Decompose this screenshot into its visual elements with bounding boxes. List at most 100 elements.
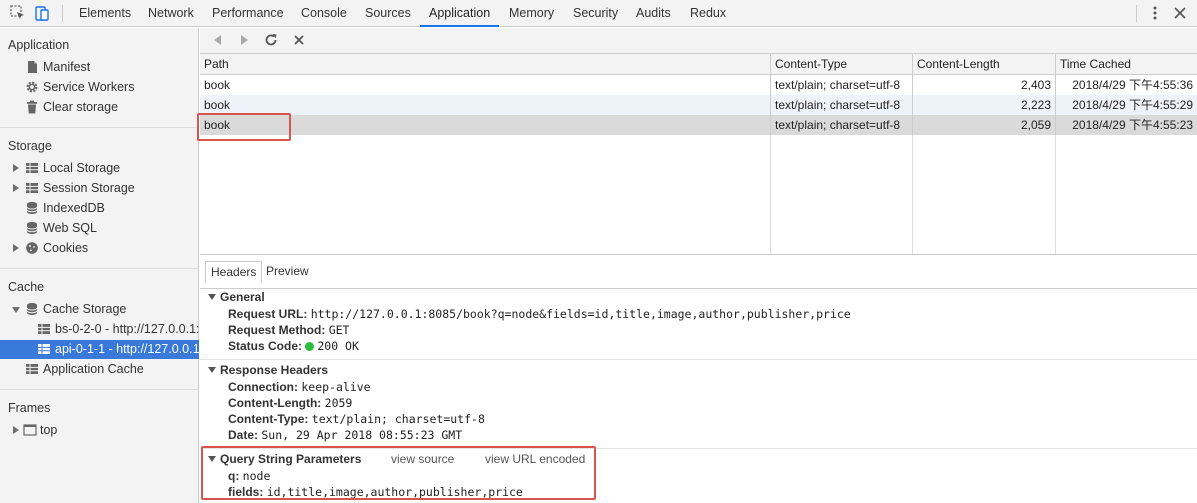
cell-content-length: 2,223 <box>913 95 1056 115</box>
sidebar-item-label: bs-0-2-0 - http://127.0.0.1: <box>55 322 199 336</box>
response-header-row: Connection: keep-alive <box>228 379 371 395</box>
header-value: text/plain; charset=utf-8 <box>311 412 485 426</box>
grid-icon <box>26 163 38 173</box>
sidebar-item-label: api-0-1-1 - http://127.0.0.1 <box>55 342 199 356</box>
cache-toolbar <box>200 28 1197 54</box>
detail-tab-strip: Headers Preview <box>200 255 1197 289</box>
response-header-row: Content-Length: 2059 <box>228 395 352 411</box>
sidebar-item-local-storage[interactable]: Local Storage <box>0 159 199 178</box>
sidebar-item-service-workers[interactable]: Service Workers <box>0 78 199 97</box>
header-key: Status Code: <box>228 339 303 353</box>
expand-arrow-icon[interactable] <box>13 164 19 172</box>
header-key: Content-Type: <box>228 412 309 426</box>
sidebar-item-frame-top[interactable]: top <box>0 421 199 440</box>
tab-memory[interactable]: Memory <box>509 0 554 27</box>
tab-elements[interactable]: Elements <box>79 0 131 27</box>
cell-content-type: text/plain; charset=utf-8 <box>771 95 913 115</box>
sidebar-item-label: Local Storage <box>43 161 121 175</box>
sidebar-item-cache-storage[interactable]: Cache Storage <box>0 300 199 319</box>
application-sidebar: Application Manifest Service Workers Cle… <box>0 28 199 503</box>
table-row[interactable]: book text/plain; charset=utf-8 2,403 201… <box>200 75 1197 95</box>
cell-content-type: text/plain; charset=utf-8 <box>771 115 913 135</box>
sidebar-item-session-storage[interactable]: Session Storage <box>0 179 199 198</box>
expand-arrow-icon[interactable] <box>13 426 19 434</box>
document-icon <box>28 61 37 73</box>
sidebar-item-label: IndexedDB <box>43 201 105 215</box>
cell-time-cached: 2018/4/29 下午4:55:36 <box>1072 78 1193 92</box>
table-header: Path Content-Type Content-Length Time Ca… <box>200 54 1197 75</box>
sidebar-item-web-sql[interactable]: Web SQL <box>0 219 199 238</box>
tab-headers[interactable]: Headers <box>205 261 263 283</box>
column-header-time-cached[interactable]: Time Cached <box>1056 54 1197 74</box>
close-devtools-icon[interactable] <box>1171 4 1189 22</box>
tab-security[interactable]: Security <box>573 0 618 27</box>
sidebar-item-label: Application Cache <box>43 362 144 376</box>
section-heading-cache: Cache <box>8 280 45 294</box>
tab-network[interactable]: Network <box>148 0 194 27</box>
header-key: Date: <box>228 428 259 442</box>
delete-entry-icon[interactable] <box>291 32 307 48</box>
header-value: keep-alive <box>301 380 371 394</box>
refresh-icon[interactable] <box>263 32 279 48</box>
sidebar-item-cache-api-0-1-1[interactable]: api-0-1-1 - http://127.0.0.1 <box>0 340 199 359</box>
sidebar-item-clear-storage[interactable]: Clear storage <box>0 98 199 117</box>
column-header-path[interactable]: Path <box>200 54 771 74</box>
tab-performance[interactable]: Performance <box>212 0 284 27</box>
header-value: http://127.0.0.1:8085/book?q=node&fields… <box>310 307 851 321</box>
database-icon <box>26 202 38 214</box>
sidebar-item-label: Service Workers <box>43 80 135 94</box>
general-section-title[interactable]: General <box>220 290 265 304</box>
collapse-arrow-icon[interactable] <box>208 367 216 373</box>
tab-application[interactable]: Application <box>420 0 500 27</box>
cell-time-cached: 2018/4/29 下午4:55:23 <box>1072 118 1193 132</box>
response-header-row: Content-Type: text/plain; charset=utf-8 <box>228 411 485 427</box>
collapse-arrow-icon[interactable] <box>208 294 216 300</box>
back-arrow-icon[interactable] <box>210 32 226 48</box>
inspect-element-icon[interactable] <box>9 4 27 22</box>
sidebar-item-manifest[interactable]: Manifest <box>0 58 199 77</box>
expand-arrow-icon[interactable] <box>13 184 19 192</box>
grid-icon <box>26 364 38 374</box>
tab-audits[interactable]: Audits <box>636 0 671 27</box>
forward-arrow-icon[interactable] <box>236 32 252 48</box>
cell-time-cached: 2018/4/29 下午4:55:29 <box>1072 98 1193 112</box>
table-row[interactable]: book text/plain; charset=utf-8 2,223 201… <box>200 95 1197 115</box>
header-key: Request Method: <box>228 323 326 337</box>
column-header-content-type[interactable]: Content-Type <box>771 54 913 74</box>
sidebar-item-indexeddb[interactable]: IndexedDB <box>0 199 199 218</box>
header-value: Sun, 29 Apr 2018 08:55:23 GMT <box>261 428 463 442</box>
request-method-row: Request Method: GET <box>228 322 349 338</box>
section-heading-application: Application <box>8 38 70 52</box>
section-divider <box>0 268 199 269</box>
tab-sources[interactable]: Sources <box>365 0 411 27</box>
tab-redux[interactable]: Redux <box>690 0 726 27</box>
table-row-selected[interactable]: book text/plain; charset=utf-8 2,059 201… <box>200 115 1197 135</box>
grid-icon <box>38 324 50 334</box>
tab-console[interactable]: Console <box>301 0 347 27</box>
section-heading-storage: Storage <box>8 139 52 153</box>
cell-content-length: 2,403 <box>913 75 1056 95</box>
sidebar-item-label: Cookies <box>43 241 89 255</box>
collapse-arrow-icon[interactable] <box>12 307 20 313</box>
sidebar-item-cookies[interactable]: Cookies <box>0 239 199 258</box>
sidebar-item-label: Cache Storage <box>43 302 127 316</box>
sidebar-item-label: Manifest <box>43 60 91 74</box>
sidebar-item-application-cache[interactable]: Application Cache <box>0 360 199 379</box>
response-headers-section-title[interactable]: Response Headers <box>220 363 328 377</box>
cell-content-type: text/plain; charset=utf-8 <box>771 75 913 95</box>
trash-icon <box>27 100 37 114</box>
header-key: Connection: <box>228 380 298 394</box>
expand-arrow-icon[interactable] <box>13 244 19 252</box>
more-options-icon[interactable] <box>1146 4 1164 22</box>
header-key: Content-Length: <box>228 396 322 410</box>
device-toolbar-icon[interactable] <box>33 4 51 22</box>
tab-preview[interactable]: Preview <box>261 261 314 283</box>
sidebar-item-label: Session Storage <box>43 181 135 195</box>
toolbar-divider <box>1136 5 1137 22</box>
column-header-content-length[interactable]: Content-Length <box>913 54 1056 74</box>
section-divider <box>200 359 1197 360</box>
sidebar-item-label: top <box>40 423 58 437</box>
status-code-row: Status Code: 200 OK <box>228 338 359 354</box>
sidebar-item-cache-bs-0-2-0[interactable]: bs-0-2-0 - http://127.0.0.1: <box>0 320 199 339</box>
section-divider <box>0 127 199 128</box>
